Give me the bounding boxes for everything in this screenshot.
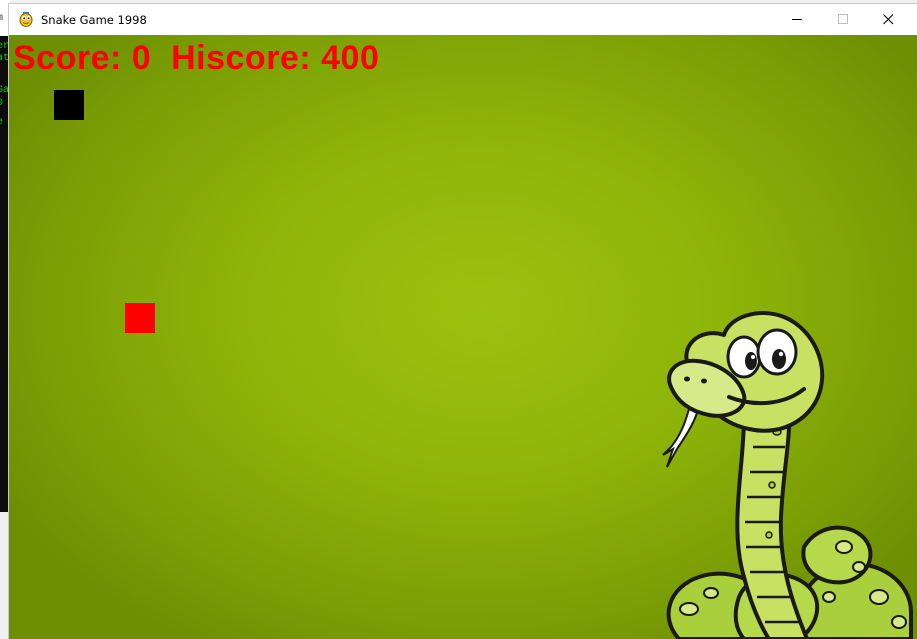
hiscore-value: 400 bbox=[321, 39, 380, 77]
window-title: Snake Game 1998 bbox=[41, 13, 147, 27]
terminal-line: e bbox=[0, 117, 4, 128]
score-display: Score: 0 Hiscore: 400 bbox=[13, 39, 379, 78]
minimize-icon bbox=[792, 19, 802, 20]
minimize-button[interactable] bbox=[774, 4, 820, 35]
snake-head bbox=[54, 90, 84, 120]
score-label: Score: bbox=[13, 39, 122, 77]
hiscore-label: Hiscore: bbox=[171, 39, 312, 77]
window-titlebar[interactable]: Snake Game 1998 bbox=[9, 4, 917, 35]
desktop: m er at Ga 0 e Snake Game 1998 Score: 0 … bbox=[0, 0, 917, 639]
close-icon bbox=[883, 14, 894, 25]
pygame-snake-app-icon bbox=[19, 12, 33, 27]
score-value: 0 bbox=[131, 39, 152, 77]
game-canvas[interactable]: Score: 0 Hiscore: 400 bbox=[9, 35, 917, 639]
terminal-line: m bbox=[0, 13, 4, 24]
cartoon-snake-mascot bbox=[662, 311, 913, 639]
close-button[interactable] bbox=[865, 4, 911, 35]
maximize-icon bbox=[838, 14, 848, 24]
terminal-line: 0 bbox=[0, 98, 4, 109]
food-pellet bbox=[125, 303, 155, 333]
maximize-button[interactable] bbox=[820, 4, 866, 35]
game-window: Snake Game 1998 Score: 0 Hiscore: 400 bbox=[8, 3, 917, 639]
